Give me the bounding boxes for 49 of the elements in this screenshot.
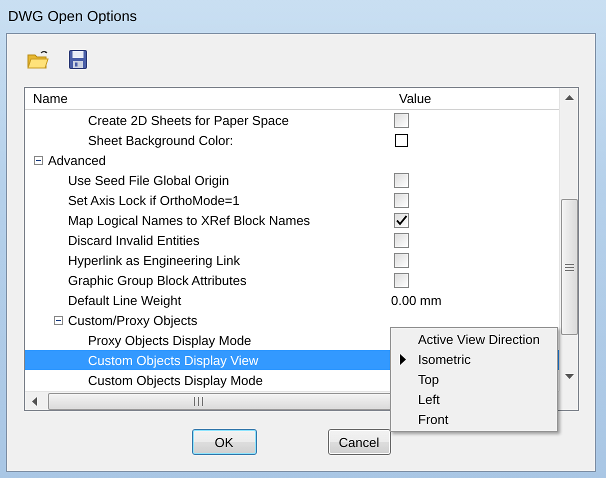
- menu-item-label: Front: [418, 412, 448, 426]
- checkbox[interactable]: [394, 272, 409, 288]
- folder-icon[interactable]: [27, 48, 49, 70]
- value-text: 0.00 mm: [391, 292, 442, 308]
- checkbox[interactable]: [394, 252, 409, 268]
- property-label: Graphic Group Block Attributes: [68, 272, 246, 288]
- property-label: Hyperlink as Engineering Link: [68, 252, 240, 268]
- column-header[interactable]: Value: [399, 91, 559, 106]
- collapse-icon[interactable]: [34, 156, 43, 164]
- menu-item-label: Left: [418, 392, 440, 406]
- property-label: Proxy Objects Display Mode: [88, 332, 252, 348]
- save-icon[interactable]: [69, 50, 87, 69]
- property-label: Discard Invalid Entities: [68, 232, 200, 248]
- column-header[interactable]: Name: [25, 91, 399, 106]
- grip-icon: [194, 396, 202, 406]
- group-label: Custom/Proxy Objects: [68, 312, 198, 328]
- vertical-scrollbar[interactable]: [559, 88, 578, 391]
- menu-item[interactable]: Left: [391, 389, 557, 409]
- color-swatch[interactable]: [395, 134, 408, 146]
- scroll-left-icon[interactable]: [32, 396, 37, 406]
- property-label: Default Line Weight: [68, 292, 182, 308]
- menu-item[interactable]: Front: [391, 409, 557, 429]
- scroll-down-icon[interactable]: [564, 374, 574, 379]
- checkbox[interactable]: [394, 232, 409, 248]
- property-label: Custom Objects Display View: [88, 352, 258, 368]
- checkbox[interactable]: [394, 212, 409, 228]
- property-label: Map Logical Names to XRef Block Names: [68, 212, 310, 228]
- scroll-up-icon[interactable]: [564, 95, 574, 100]
- checkbox[interactable]: [394, 172, 409, 188]
- group-label: Advanced: [48, 152, 106, 168]
- menu-item[interactable]: Isometric: [391, 349, 557, 369]
- menu-item-label: Active View Direction: [418, 332, 540, 346]
- grip-icon: [564, 264, 574, 270]
- menu-item-label: Top: [418, 372, 439, 386]
- checkbox[interactable]: [394, 192, 409, 208]
- menu-item-label: Isometric: [418, 352, 471, 366]
- checkbox[interactable]: [394, 112, 409, 128]
- menu-item[interactable]: Active View Direction: [391, 329, 557, 349]
- property-label: Sheet Background Color:: [88, 132, 234, 148]
- collapse-icon[interactable]: [54, 316, 63, 324]
- property-label: Custom Objects Display Mode: [88, 372, 263, 388]
- menu-item[interactable]: Top: [391, 369, 557, 389]
- property-label: Create 2D Sheets for Paper Space: [88, 112, 289, 128]
- ok-button[interactable]: OK: [192, 429, 256, 455]
- property-label: Set Axis Lock if OrthoMode=1: [68, 192, 240, 208]
- property-label: Use Seed File Global Origin: [68, 172, 230, 188]
- scroll-thumb[interactable]: [560, 199, 578, 335]
- cancel-button[interactable]: Cancel: [328, 429, 390, 455]
- window-title: DWG Open Options: [7, 8, 138, 26]
